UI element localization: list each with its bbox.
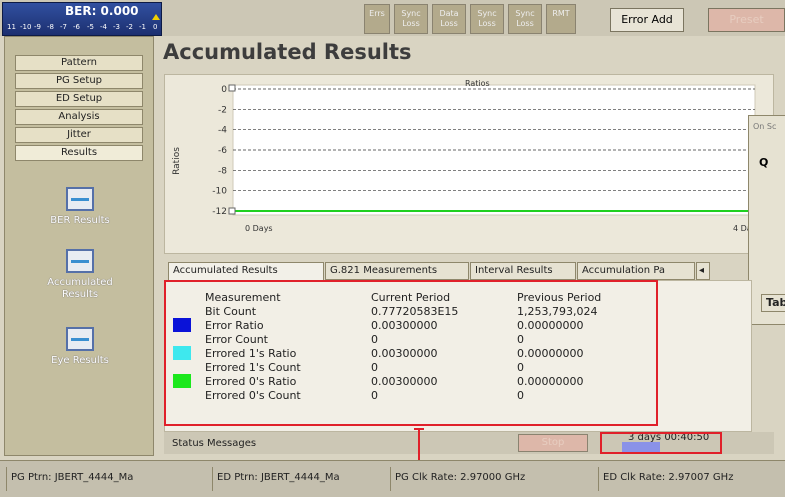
sidebar-item-analysis[interactable]: Analysis [15, 109, 143, 125]
ber-scale-tick: 11 [7, 23, 16, 31]
sidebar-item-pg-setup[interactable]: PG Setup [15, 73, 143, 89]
ber-scale: 11 -10 -9 -8 -7 -6 -5 -4 -3 -2 -1 0 [7, 23, 163, 35]
ber-scale-tick: -9 [34, 23, 41, 31]
ber-scale-tick: -3 [113, 23, 120, 31]
y-tick-label: -4 [218, 126, 227, 136]
arrow-to-table-icon [418, 428, 420, 460]
sidebar-item-results[interactable]: Results [15, 145, 143, 161]
sync-loss-indicator-3: Sync Loss [508, 4, 542, 34]
ed-pattern-status: ED Ptrn: JBERT_4444_Ma [212, 467, 390, 491]
bottom-status-bar: PG Ptrn: JBERT_4444_Ma ED Ptrn: JBERT_44… [0, 460, 785, 497]
tab-accumulation-parameters[interactable]: Accumulation Pa [577, 262, 695, 280]
chart-title: Ratios [465, 79, 490, 88]
error-add-button[interactable]: Error Add [610, 8, 684, 32]
ber-indicator: BER: 0.000 11 -10 -9 -8 -7 -6 -5 -4 -3 -… [2, 2, 162, 36]
ber-scale-tick: -1 [139, 23, 146, 31]
pg-pattern-status: PG Ptrn: JBERT_4444_Ma [6, 467, 212, 491]
y-tick-label: -6 [218, 146, 227, 156]
y-tick-label: 0 [221, 85, 227, 95]
highlight-box-elapsed [600, 432, 722, 454]
sync-loss-indicator-2: Sync Loss [470, 4, 504, 34]
y-tick-label: -2 [218, 105, 227, 115]
ber-scale-tick: -6 [73, 23, 80, 31]
errs-indicator: Errs [364, 4, 390, 34]
sync-loss-indicator: Sync Loss [394, 4, 428, 34]
rmt-indicator: RMT [546, 4, 576, 34]
ratios-chart-panel: Ratios Ratios 0 -2 -4 -6 -8 -10 -12 0 Days 4 Days [164, 74, 774, 254]
eye-results-icon [66, 327, 94, 351]
on-screen-panel-title: On Sc [753, 122, 777, 131]
pg-clock-rate-status: PG Clk Rate: 2.97000 GHz [390, 467, 598, 491]
ratios-chart: RatiosRatios0-2-4-6-8-10-120 Days 4 Days [172, 79, 761, 233]
eye-results-label: Eye Results [51, 355, 109, 366]
ed-clock-rate-status: ED Clk Rate: 2.97007 GHz [598, 467, 785, 491]
q-label: Q [759, 156, 769, 169]
top-bar: BER: 0.000 11 -10 -9 -8 -7 -6 -5 -4 -3 -… [0, 0, 785, 36]
accumulated-results-item[interactable]: Accumulated Results [5, 249, 155, 301]
arrow-head-icon [414, 428, 424, 430]
tab-scroll-left-icon[interactable]: ◂ [696, 262, 710, 280]
preset-button[interactable]: Preset [708, 8, 785, 32]
y-tick-label: -8 [218, 166, 227, 176]
sidebar-item-ed-setup[interactable]: ED Setup [15, 91, 143, 107]
app-window: BER: 0.000 11 -10 -9 -8 -7 -6 -5 -4 -3 -… [0, 0, 785, 497]
ber-level-marker-icon [152, 14, 160, 20]
y-axis-label: Ratios [172, 147, 182, 175]
y-tick-label: -10 [212, 187, 227, 197]
sidebar-item-pattern[interactable]: Pattern [15, 55, 143, 71]
ber-scale-tick: -7 [60, 23, 67, 31]
data-loss-indicator: Data Loss [432, 4, 466, 34]
tab-label: Tab [761, 294, 785, 312]
status-messages-label: Status Messages [172, 438, 257, 449]
accumulated-results-label: Accumulated Results [47, 277, 113, 300]
tab-g821-measurements[interactable]: G.821 Measurements [325, 262, 469, 280]
ber-scale-tick: -5 [87, 23, 94, 31]
tab-interval-results[interactable]: Interval Results [470, 262, 576, 280]
stop-button[interactable]: Stop [518, 434, 588, 452]
ber-results-label: BER Results [50, 215, 110, 226]
tab-accumulated-results[interactable]: Accumulated Results [168, 262, 324, 280]
sidebar-item-jitter[interactable]: Jitter [15, 127, 143, 143]
sidebar: Pattern PG Setup ED Setup Analysis Jitte… [4, 36, 154, 456]
ber-scale-tick: 0 [153, 23, 158, 31]
highlight-box-table [164, 280, 658, 426]
y-tick-label: -12 [212, 207, 227, 217]
accumulated-results-icon [66, 249, 94, 273]
top-cursor-handle-icon [228, 84, 236, 92]
ber-scale-tick: -10 [20, 23, 32, 31]
page-title: Accumulated Results [163, 40, 412, 64]
x-tick-label: 0 Days [245, 224, 273, 233]
ber-title: BER: 0.000 [65, 4, 139, 18]
ber-scale-tick: -2 [126, 23, 133, 31]
ber-scale-tick: -8 [47, 23, 54, 31]
ber-results-icon [66, 187, 94, 211]
bottom-cursor-handle-icon [228, 207, 236, 215]
on-screen-panel: On Sc Q Tab [748, 115, 785, 325]
eye-results-item[interactable]: Eye Results [5, 327, 155, 366]
ber-results-item[interactable]: BER Results [5, 187, 155, 226]
ber-scale-tick: -4 [100, 23, 107, 31]
